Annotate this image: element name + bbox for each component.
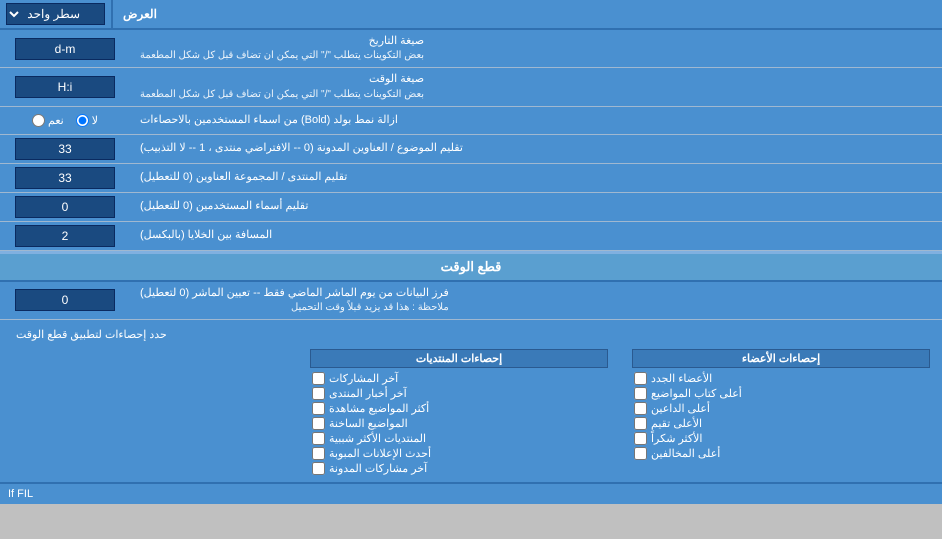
date-format-input[interactable]: d-m bbox=[15, 38, 115, 60]
cb-top-authors: أعلى كتاب المواضيع bbox=[632, 386, 930, 401]
cell-spacing-label: المسافة بين الخلايا (بالبكسل) bbox=[130, 222, 942, 250]
cb-top-violators-input[interactable] bbox=[634, 447, 647, 460]
cb-last-posts-input[interactable] bbox=[312, 372, 325, 385]
cutoff-value-label: فرز البيانات من يوم الماشر الماضي فقط --… bbox=[130, 282, 942, 319]
cb-last-blog-posts: آخر مشاركات المدونة bbox=[310, 461, 608, 476]
limit-label: حدد إحصاءات لتطبيق قطع الوقت bbox=[8, 326, 175, 343]
usernames-trim-input[interactable]: 0 bbox=[15, 196, 115, 218]
cutoff-section-header: قطع الوقت bbox=[0, 251, 942, 282]
cutoff-value-input[interactable]: 0 bbox=[15, 289, 115, 311]
topic-address-label: تقليم الموضوع / العناوين المدونة (0 -- ا… bbox=[130, 135, 942, 163]
forum-address-input-cell: 33 bbox=[0, 164, 130, 192]
footer-text: If FIL bbox=[0, 483, 942, 504]
cb-last-news: آخر أخبار المنتدى bbox=[310, 386, 608, 401]
cb-most-popular-input[interactable] bbox=[312, 432, 325, 445]
radio-no[interactable] bbox=[76, 114, 89, 127]
page-title: العرض bbox=[113, 0, 942, 28]
cutoff-value-input-cell: 0 bbox=[0, 282, 130, 319]
col1-title: إحصاءات الأعضاء bbox=[632, 349, 930, 368]
checkboxes-section: حدد إحصاءات لتطبيق قطع الوقت إحصاءات الأ… bbox=[0, 320, 942, 483]
cb-last-news-input[interactable] bbox=[312, 387, 325, 400]
cb-most-viewed-input[interactable] bbox=[312, 402, 325, 415]
limit-row: حدد إحصاءات لتطبيق قطع الوقت bbox=[0, 324, 942, 347]
col2-title: إحصاءات المنتديات bbox=[310, 349, 608, 368]
cb-top-callers: أعلى الداعين bbox=[632, 401, 930, 416]
cutoff-value-row: فرز البيانات من يوم الماشر الماضي فقط --… bbox=[0, 282, 942, 320]
topic-address-row: تقليم الموضوع / العناوين المدونة (0 -- ا… bbox=[0, 135, 942, 164]
cb-top-violators: أعلى المخالفين bbox=[632, 446, 930, 461]
topic-address-input[interactable]: 33 bbox=[15, 138, 115, 160]
cb-last-posts: آخر المشاركات bbox=[310, 371, 608, 386]
limit-spacer bbox=[175, 326, 934, 343]
checkbox-columns: إحصاءات الأعضاء الأعضاء الجدد أعلى كتاب … bbox=[0, 347, 942, 478]
cb-latest-ads-input[interactable] bbox=[312, 447, 325, 460]
cb-hot-topics: المواضيع الساخنة bbox=[310, 416, 608, 431]
topic-address-input-cell: 33 bbox=[0, 135, 130, 163]
bold-remove-label: ازالة نمط بولد (Bold) من اسماء المستخدمي… bbox=[130, 107, 942, 134]
cb-most-thankful: الأكثر شكراً bbox=[632, 431, 930, 446]
cb-most-viewed: أكثر المواضيع مشاهدة bbox=[310, 401, 608, 416]
time-format-input[interactable]: H:i bbox=[15, 76, 115, 98]
date-format-input-cell: d-m bbox=[0, 30, 130, 67]
cb-top-callers-input[interactable] bbox=[634, 402, 647, 415]
cb-hot-topics-input[interactable] bbox=[312, 417, 325, 430]
cb-top-rated: الأعلى تقيم bbox=[632, 416, 930, 431]
forum-address-row: تقليم المنتدى / المجموعة العناوين (0 للت… bbox=[0, 164, 942, 193]
cb-most-thankful-input[interactable] bbox=[634, 432, 647, 445]
bold-remove-radio-cell: لا نعم bbox=[0, 107, 130, 134]
cb-top-authors-input[interactable] bbox=[634, 387, 647, 400]
cell-spacing-input[interactable]: 2 bbox=[15, 225, 115, 247]
header-row: العرض سطر واحد bbox=[0, 0, 942, 30]
dropdown-cell[interactable]: سطر واحد bbox=[0, 0, 113, 28]
time-format-label: صيغة الوقت بعض التكوينات يتطلب "/" التي … bbox=[130, 68, 942, 105]
checkbox-col-forums: إحصاءات المنتديات آخر المشاركات آخر أخبا… bbox=[298, 347, 620, 478]
time-format-input-cell: H:i bbox=[0, 68, 130, 105]
date-format-label: صيغة التاريخ بعض التكوينات يتطلب "/" الت… bbox=[130, 30, 942, 67]
date-format-row: صيغة التاريخ بعض التكوينات يتطلب "/" الت… bbox=[0, 30, 942, 68]
usernames-trim-input-cell: 0 bbox=[0, 193, 130, 221]
cb-new-members-input[interactable] bbox=[634, 372, 647, 385]
usernames-trim-row: تقليم أسماء المستخدمين (0 للتعطيل) 0 bbox=[0, 193, 942, 222]
cb-top-rated-input[interactable] bbox=[634, 417, 647, 430]
time-format-row: صيغة الوقت بعض التكوينات يتطلب "/" التي … bbox=[0, 68, 942, 106]
cell-spacing-row: المسافة بين الخلايا (بالبكسل) 2 bbox=[0, 222, 942, 251]
cb-latest-ads: أحدث الإعلانات المبوبة bbox=[310, 446, 608, 461]
forum-address-input[interactable]: 33 bbox=[15, 167, 115, 189]
col3-spacer bbox=[0, 347, 298, 478]
cell-spacing-input-cell: 2 bbox=[0, 222, 130, 250]
display-select[interactable]: سطر واحد bbox=[6, 3, 105, 25]
radio-no-label[interactable]: لا bbox=[76, 114, 98, 127]
cb-most-popular: المنتديات الأكثر شببية bbox=[310, 431, 608, 446]
usernames-trim-label: تقليم أسماء المستخدمين (0 للتعطيل) bbox=[130, 193, 942, 221]
cb-last-blog-posts-input[interactable] bbox=[312, 462, 325, 475]
forum-address-label: تقليم المنتدى / المجموعة العناوين (0 للت… bbox=[130, 164, 942, 192]
radio-yes-label[interactable]: نعم bbox=[32, 114, 64, 127]
radio-yes[interactable] bbox=[32, 114, 45, 127]
bold-remove-row: ازالة نمط بولد (Bold) من اسماء المستخدمي… bbox=[0, 107, 942, 135]
cb-new-members: الأعضاء الجدد bbox=[632, 371, 930, 386]
checkbox-col-members: إحصاءات الأعضاء الأعضاء الجدد أعلى كتاب … bbox=[620, 347, 942, 478]
